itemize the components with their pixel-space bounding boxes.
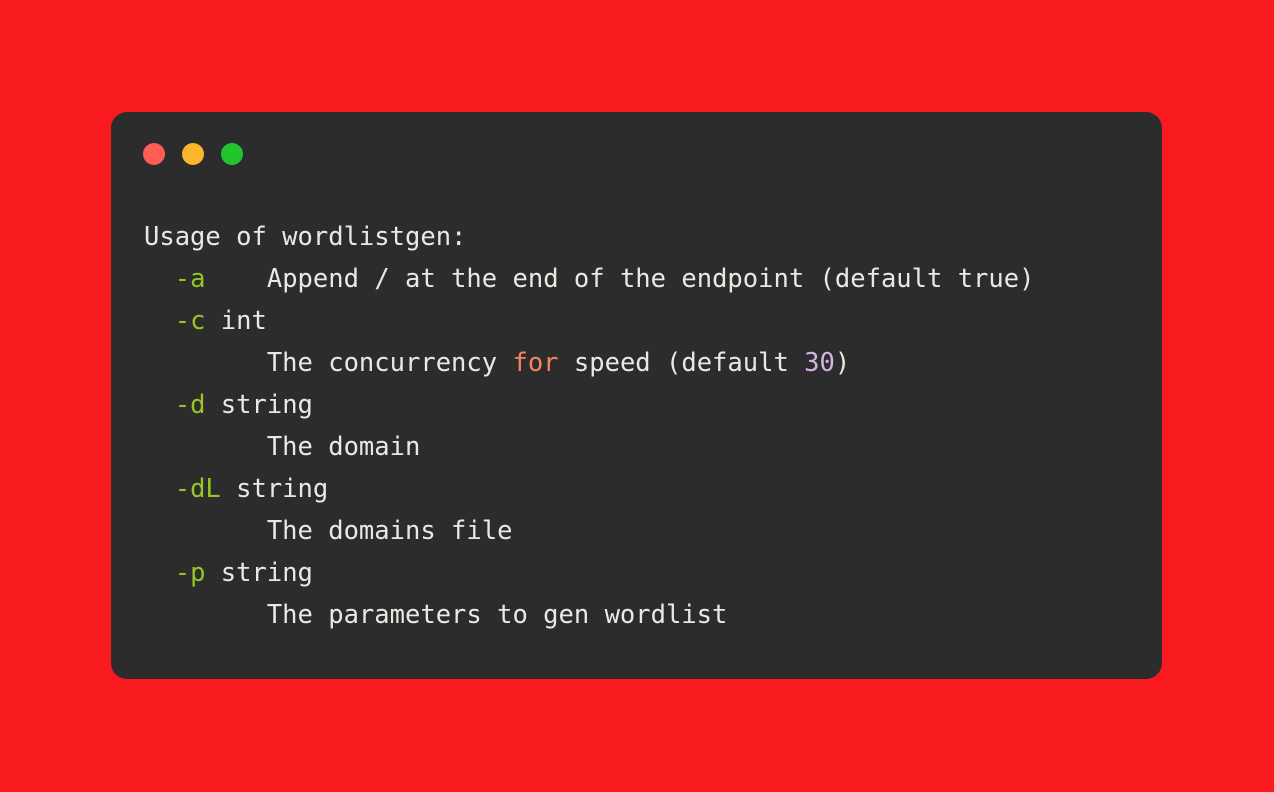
terminal-line-flag-d: -d string bbox=[144, 384, 1152, 426]
terminal-line-heading: Usage of wordlistgen: bbox=[144, 216, 1152, 258]
token-plain: The domains file bbox=[144, 516, 513, 546]
token-number: 30 bbox=[804, 348, 835, 378]
terminal-line-flag-p: -p string bbox=[144, 552, 1152, 594]
terminal-line-flag-c: -c int bbox=[144, 300, 1152, 342]
terminal-line-flag-dL-desc: The domains file bbox=[144, 510, 1152, 552]
terminal-line-flag-c-desc: The concurrency for speed (default 30) bbox=[144, 342, 1152, 384]
token-flag: -d bbox=[174, 390, 206, 420]
token-plain: int bbox=[205, 306, 267, 336]
token-flag: -p bbox=[174, 558, 206, 588]
token-plain: Append / at the end of the endpoint (def… bbox=[205, 264, 1035, 294]
token-plain: speed (default bbox=[558, 348, 805, 378]
terminal-line-flag-p-desc: The parameters to gen wordlist bbox=[144, 594, 1152, 636]
terminal-line-flag-d-desc: The domain bbox=[144, 426, 1152, 468]
terminal-output[interactable]: Usage of wordlistgen: -a Append / at the… bbox=[144, 216, 1152, 636]
token-flag: -dL bbox=[174, 474, 221, 504]
maximize-button[interactable] bbox=[221, 143, 243, 165]
token-plain: ) bbox=[834, 348, 851, 378]
close-button[interactable] bbox=[143, 143, 165, 165]
minimize-button[interactable] bbox=[182, 143, 204, 165]
terminal-window: Usage of wordlistgen: -a Append / at the… bbox=[111, 112, 1162, 679]
token-plain: The domain bbox=[144, 432, 421, 462]
window-titlebar bbox=[143, 143, 243, 165]
token-plain: The concurrency bbox=[144, 348, 513, 378]
token-plain: Usage of wordlistgen: bbox=[144, 222, 467, 252]
terminal-line-flag-a: -a Append / at the end of the endpoint (… bbox=[144, 258, 1152, 300]
token-keyword: for bbox=[512, 348, 559, 378]
token-flag: -c bbox=[174, 306, 206, 336]
token-plain: string bbox=[205, 390, 313, 420]
token-plain: The parameters to gen wordlist bbox=[144, 600, 728, 630]
terminal-line-flag-dL: -dL string bbox=[144, 468, 1152, 510]
token-plain: string bbox=[220, 474, 329, 504]
token-flag: -a bbox=[174, 264, 206, 294]
token-plain: string bbox=[205, 558, 313, 588]
